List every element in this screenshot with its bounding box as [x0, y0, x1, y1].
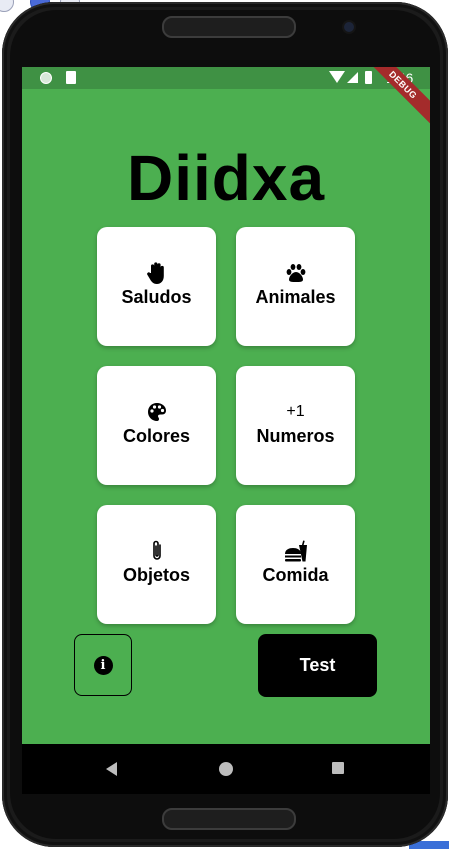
hand-icon — [146, 262, 164, 284]
category-label: Numeros — [256, 426, 335, 446]
android-nav-bar — [22, 744, 430, 794]
top-speaker — [162, 16, 296, 38]
app-screen: 1:46 DEBUG Diidxa Saludos Animales — [22, 67, 430, 744]
category-label: Objetos — [122, 565, 190, 585]
category-label: Colores — [122, 426, 191, 446]
recent-apps-icon[interactable] — [332, 762, 344, 774]
fastfood-icon — [284, 540, 307, 562]
category-card-numeros[interactable]: +1 Numeros — [236, 366, 355, 485]
notification-icon — [40, 72, 52, 84]
category-card-objetos[interactable]: Objetos — [97, 505, 216, 624]
category-card-saludos[interactable]: Saludos — [97, 227, 216, 346]
paperclip-icon — [152, 540, 161, 560]
sd-card-icon — [66, 71, 76, 84]
home-icon[interactable] — [219, 762, 233, 776]
bottom-speaker — [162, 808, 296, 830]
plus-one-icon: +1 — [286, 403, 305, 420]
desktop-control-red — [0, 0, 14, 12]
app-title: Diidxa — [126, 142, 326, 214]
category-card-comida[interactable]: Comida — [236, 505, 355, 624]
category-label: Comida — [262, 565, 329, 585]
battery-icon — [365, 71, 372, 84]
category-card-animales[interactable]: Animales — [236, 227, 355, 346]
wifi-icon — [329, 71, 345, 83]
status-bar: 1:46 — [22, 67, 430, 89]
cell-signal-icon — [347, 72, 358, 83]
category-card-colores[interactable]: Colores — [97, 366, 216, 485]
paw-icon — [286, 264, 305, 282]
info-icon: i — [93, 655, 113, 675]
test-button[interactable]: Test — [258, 634, 377, 697]
front-camera — [344, 22, 354, 32]
info-button[interactable]: i — [74, 634, 132, 696]
back-icon[interactable] — [106, 762, 117, 776]
category-label: Animales — [255, 287, 336, 307]
palette-icon — [147, 403, 166, 421]
category-label: Saludos — [121, 287, 192, 307]
